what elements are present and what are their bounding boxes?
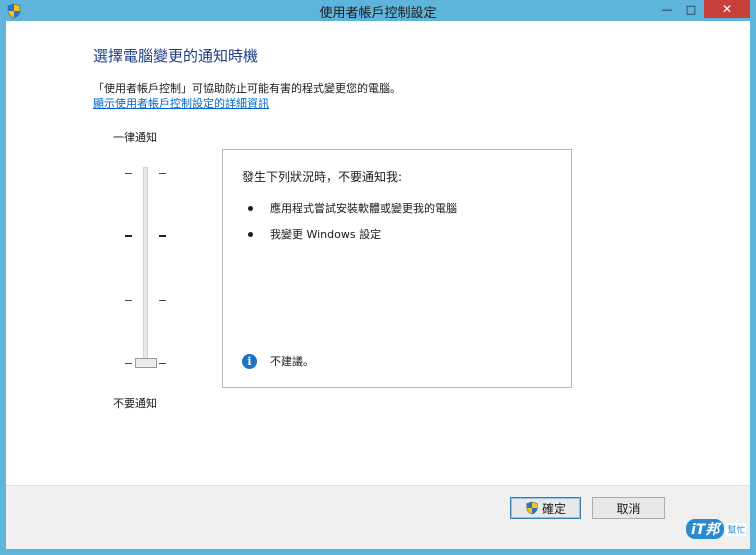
level-description-panel: 發生下列狀況時，不要通知我: 應用程式嘗試安裝軟體或變更我的電腦 我變更 Win… [222,149,572,388]
close-button[interactable]: ✕ [704,0,750,18]
list-item: 我變更 Windows 設定 [248,226,381,242]
uac-shield-icon [526,501,538,515]
slider-tick [159,235,166,237]
slider-top-label: 一律通知 [113,131,157,144]
button-bar: 確定 取消 [6,486,750,549]
slider-tick [125,363,132,364]
ok-button-label: 確定 [541,501,566,516]
watermark-brand: iT邦 [686,519,725,539]
list-item: 應用程式嘗試安裝軟體或變更我的電腦 [248,200,457,216]
description-text: 「使用者帳戶控制」可協助防止可能有害的程式變更您的電腦。 [93,82,401,95]
list-item-text: 我變更 Windows 設定 [270,228,382,241]
page-title: 選擇電腦變更的通知時機 [93,47,259,65]
ok-button[interactable]: 確定 [510,497,581,519]
minimize-button[interactable]: — [656,0,678,18]
slider-tick [159,363,166,364]
list-item-text: 應用程式嘗試安裝軟體或變更我的電腦 [270,202,457,215]
slider-tick [125,173,132,174]
panel-title: 發生下列狀況時，不要通知我: [242,170,403,184]
client-area: 選擇電腦變更的通知時機 「使用者帳戶控制」可協助防止可能有害的程式變更您的電腦。… [6,21,750,549]
slider-tick [125,300,132,301]
ithome-watermark: iT邦 幫忙 [686,519,747,539]
recommendation-text: 不建議。 [270,355,314,368]
maximize-button[interactable]: □ [680,0,702,18]
info-icon: i [242,353,257,369]
slider-bottom-label: 不要通知 [113,397,157,410]
slider-tick [125,235,132,237]
details-link[interactable]: 顯示使用者帳戶控制設定的詳細資訊 [93,95,269,111]
recommendation-note: i 不建議。 [242,353,314,369]
slider-tick [159,173,166,174]
slider-tick [159,300,166,301]
notify-slider-track[interactable] [143,167,148,368]
title-bar[interactable]: 使用者帳戶控制設定 — □ ✕ [0,0,756,21]
notify-slider-thumb[interactable] [135,358,157,368]
bullet-icon [248,231,253,237]
uac-settings-window: 使用者帳戶控制設定 — □ ✕ 選擇電腦變更的通知時機 「使用者帳戶控制」可協助… [0,0,756,555]
watermark-sub: 幫忙 [726,522,747,536]
cancel-button[interactable]: 取消 [592,497,665,519]
window-title: 使用者帳戶控制設定 [319,6,437,21]
bullet-icon [248,205,253,211]
